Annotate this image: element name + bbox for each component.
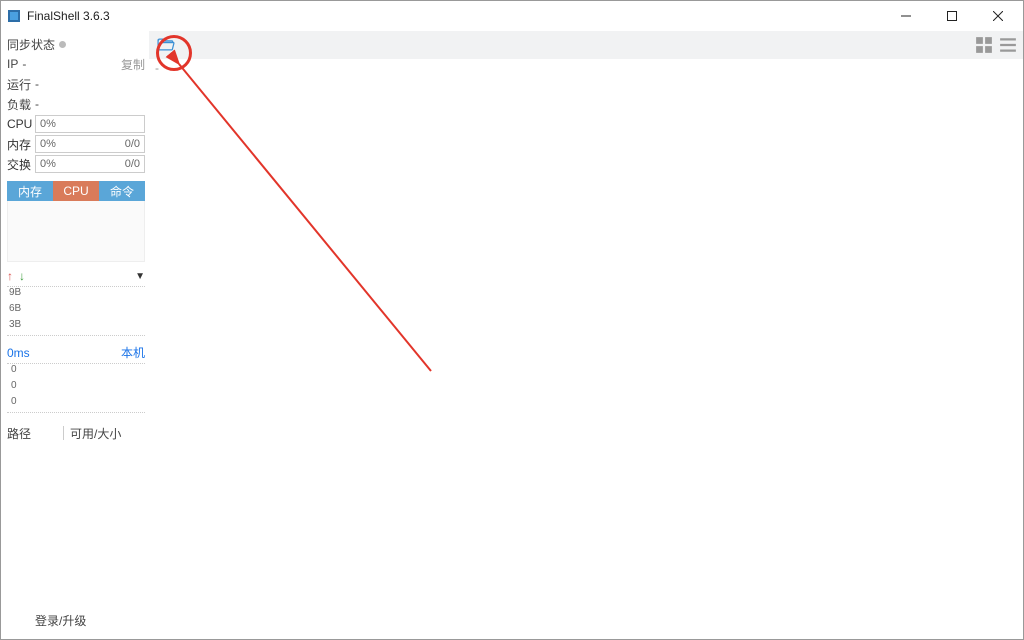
- network-graph-header: ↑ ↓ ▼: [7, 268, 145, 284]
- window-minimize-button[interactable]: [883, 1, 929, 31]
- load-value: -: [35, 97, 39, 111]
- window-close-button[interactable]: [975, 1, 1021, 31]
- terminal-empty-area: [149, 77, 1023, 639]
- swap-label: 交换: [7, 156, 35, 173]
- disk-table-body: [7, 443, 145, 639]
- sync-status-label: 同步状态: [7, 36, 55, 53]
- open-connection-manager-button[interactable]: [155, 34, 177, 56]
- run-label: 运行: [7, 76, 31, 93]
- swap-meter: 0% 0/0: [35, 155, 145, 173]
- load-label: 负载: [7, 96, 31, 113]
- net-ytick-2: 3B: [9, 319, 21, 330]
- view-list-button[interactable]: [999, 36, 1017, 54]
- load-row: 负载 -: [7, 95, 145, 113]
- title-bar: FinalShell 3.6.3: [1, 1, 1023, 31]
- sync-status-row: 同步状态: [7, 35, 145, 53]
- ip-value: -: [22, 57, 26, 71]
- swap-detail: 0/0: [125, 158, 140, 170]
- ping-ytick-2: 0: [11, 396, 17, 407]
- view-grid-button[interactable]: [975, 36, 993, 54]
- network-traffic-chart: 9B 6B 3B: [7, 286, 145, 336]
- disk-col-separator: [63, 426, 64, 440]
- ping-ms: 0ms: [7, 346, 30, 360]
- cpu-label: CPU: [7, 117, 35, 131]
- window-maximize-button[interactable]: [929, 1, 975, 31]
- copy-ip-button[interactable]: 复制: [121, 56, 145, 73]
- ping-ytick-1: 0: [11, 380, 17, 391]
- main-toolbar: [149, 31, 1023, 59]
- ip-row: IP - 复制: [7, 55, 145, 73]
- toolbar-sub-dash: -: [149, 59, 1023, 77]
- main-area: -: [149, 31, 1023, 639]
- resource-tab-panel: [7, 201, 145, 262]
- ping-latency-chart: 0 0 0: [7, 363, 145, 413]
- folder-open-icon: [156, 35, 176, 55]
- mem-meter: 0% 0/0: [35, 135, 145, 153]
- tab-command[interactable]: 命令: [99, 181, 145, 201]
- mem-label: 内存: [7, 136, 35, 153]
- login-upgrade-link[interactable]: 登录/升级: [35, 612, 86, 629]
- run-value: -: [35, 77, 39, 91]
- disk-table-header: 路径 可用/大小: [7, 423, 145, 443]
- swap-value: 0%: [40, 158, 56, 170]
- cpu-meter-row: CPU 0%: [7, 115, 145, 133]
- list-icon: [999, 36, 1017, 54]
- mem-detail: 0/0: [125, 138, 140, 150]
- ping-ytick-0: 0: [11, 364, 17, 375]
- cpu-meter: 0%: [35, 115, 145, 133]
- download-arrow-icon: ↓: [19, 269, 25, 283]
- swap-meter-row: 交换 0% 0/0: [7, 155, 145, 173]
- network-menu-caret-icon[interactable]: ▼: [135, 271, 145, 282]
- cpu-value: 0%: [40, 118, 56, 130]
- run-row: 运行 -: [7, 75, 145, 93]
- ping-host-button[interactable]: 本机: [121, 344, 145, 361]
- sync-status-dot-icon: [59, 41, 66, 48]
- upload-arrow-icon: ↑: [7, 269, 13, 283]
- status-sidebar: 同步状态 IP - 复制 运行 - 负载 - CPU 0%: [1, 31, 149, 639]
- app-title: FinalShell 3.6.3: [27, 9, 110, 23]
- ip-label: IP: [7, 57, 18, 71]
- net-ytick-1: 6B: [9, 303, 21, 314]
- app-icon: [7, 9, 21, 23]
- grid-icon: [975, 36, 993, 54]
- mem-value: 0%: [40, 138, 56, 150]
- disk-col-path: 路径: [7, 425, 57, 442]
- mem-meter-row: 内存 0% 0/0: [7, 135, 145, 153]
- tab-memory[interactable]: 内存: [7, 181, 53, 201]
- app-window: FinalShell 3.6.3 同步状态 IP - 复制 运行: [0, 0, 1024, 640]
- tab-cpu[interactable]: CPU: [53, 181, 99, 201]
- disk-col-avail: 可用/大小: [70, 425, 121, 442]
- net-ytick-0: 9B: [9, 287, 21, 298]
- ping-header: 0ms 本机: [7, 344, 145, 361]
- resource-tabs: 内存 CPU 命令: [7, 181, 145, 201]
